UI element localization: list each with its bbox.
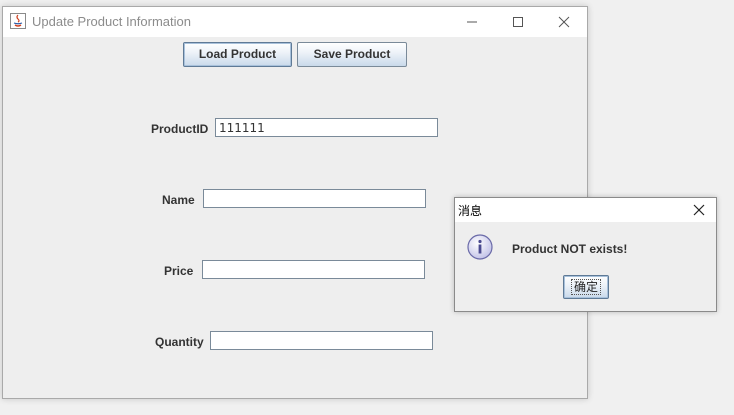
- product-id-input[interactable]: [215, 118, 438, 137]
- ok-button[interactable]: 确定: [563, 275, 609, 299]
- dialog-title: 消息: [458, 204, 483, 218]
- dialog-close-button[interactable]: [691, 202, 707, 218]
- quantity-input[interactable]: [210, 331, 433, 350]
- maximize-button[interactable]: [495, 7, 541, 37]
- price-label: Price: [164, 264, 194, 278]
- title-bar[interactable]: Update Product Information: [3, 7, 587, 37]
- save-product-button[interactable]: Save Product: [297, 42, 407, 67]
- ok-button-label: 确定: [570, 279, 601, 295]
- minimize-button[interactable]: [449, 7, 495, 37]
- dialog-message: Product NOT exists!: [512, 242, 628, 256]
- minimize-icon: [467, 21, 477, 23]
- maximize-icon: [513, 17, 523, 27]
- close-button[interactable]: [541, 7, 587, 37]
- close-icon: [558, 16, 570, 28]
- java-app-icon: [10, 13, 26, 29]
- close-icon: [693, 204, 705, 216]
- name-label: Name: [162, 193, 195, 207]
- load-product-button[interactable]: Load Product: [183, 42, 292, 67]
- message-dialog: 消息 Product NOT exists! 确定: [454, 197, 717, 312]
- name-input[interactable]: [203, 189, 426, 208]
- dialog-title-bar[interactable]: 消息: [455, 198, 716, 222]
- window-title: Update Product Information: [32, 14, 191, 29]
- price-input[interactable]: [202, 260, 425, 279]
- quantity-label: Quantity: [155, 335, 204, 349]
- product-id-label: ProductID: [151, 122, 209, 136]
- info-icon: [466, 233, 494, 261]
